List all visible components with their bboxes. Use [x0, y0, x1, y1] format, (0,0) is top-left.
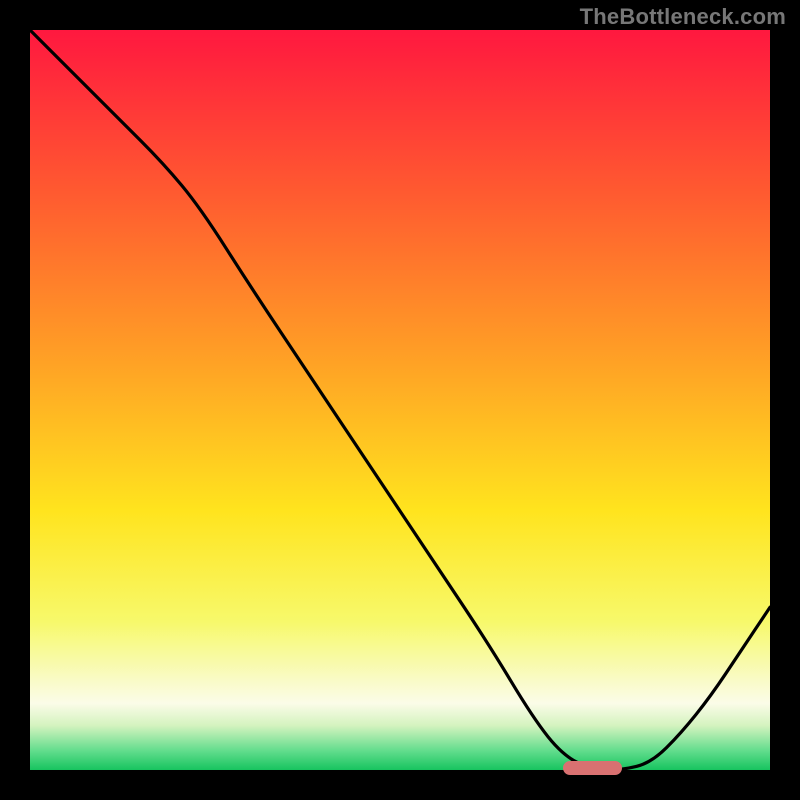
bottleneck-curve	[30, 30, 770, 770]
curve-layer	[30, 30, 770, 770]
plot-frame	[30, 30, 770, 770]
watermark-text: TheBottleneck.com	[580, 4, 786, 30]
chart-root: TheBottleneck.com	[0, 0, 800, 800]
optimal-range-marker	[563, 761, 622, 775]
